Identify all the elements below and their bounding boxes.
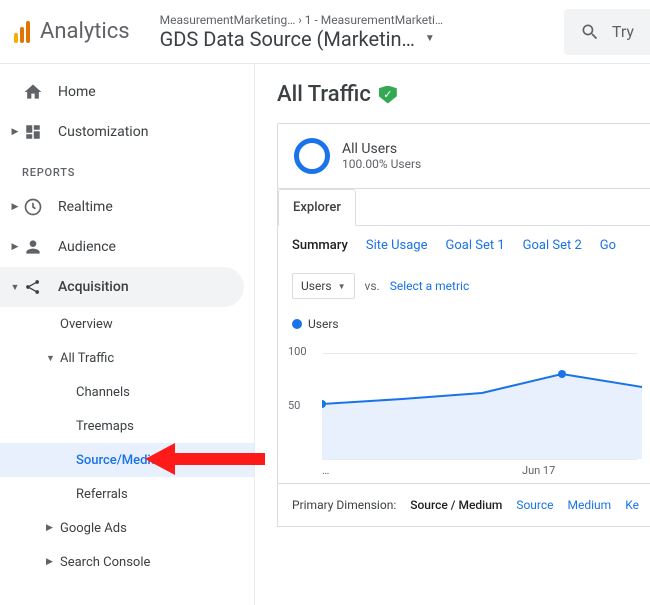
segment-circle-icon	[294, 138, 330, 174]
pd-source[interactable]: Source	[516, 498, 553, 512]
breadcrumb[interactable]: MeasurementMarketing… › 1 - MeasurementM…	[160, 13, 554, 51]
pd-source-medium[interactable]: Source / Medium	[410, 498, 502, 512]
chevron-down-icon: ▼	[338, 282, 346, 291]
legend-label: Users	[308, 317, 339, 331]
sidebar-item-home[interactable]: Home	[0, 72, 254, 112]
sidebar-sub2-source-medium[interactable]: Source/Medium	[0, 443, 254, 477]
sidebar-item-realtime[interactable]: ▶ Realtime	[0, 187, 254, 227]
sidebar-section-reports: REPORTS	[0, 152, 254, 187]
sidebar-sub2-channels[interactable]: Channels	[0, 375, 254, 409]
sidebar-sub-overview[interactable]: Overview	[0, 307, 254, 341]
sidebar-sub2-referrals[interactable]: Referrals	[0, 477, 254, 511]
pd-medium[interactable]: Medium	[568, 498, 612, 512]
clock-icon	[22, 196, 44, 218]
breadcrumb-title: GDS Data Source (Marketin…	[160, 27, 415, 51]
product-name: Analytics	[40, 19, 130, 44]
vs-label: vs.	[365, 279, 380, 293]
person-icon	[22, 236, 44, 258]
page-title: All Traffic	[277, 82, 371, 107]
dashboard-icon	[22, 121, 44, 143]
verified-shield-icon: ✓	[379, 86, 397, 104]
chart-area: 100 50 … Jun 17	[292, 339, 637, 479]
segment-sub: 100.00% Users	[342, 157, 421, 171]
search-input[interactable]: Try	[564, 9, 650, 55]
share-icon	[22, 276, 44, 298]
subtab-summary[interactable]: Summary	[292, 238, 348, 253]
segment-name: All Users	[342, 141, 421, 157]
sidebar: Home ▶ Customization REPORTS ▶ Realtime …	[0, 64, 255, 605]
home-icon	[22, 81, 44, 103]
sidebar-sub-search-console[interactable]: ▶Search Console	[0, 545, 254, 579]
subtab-site-usage[interactable]: Site Usage	[366, 238, 428, 253]
segment-row[interactable]: All Users 100.00% Users	[278, 124, 650, 189]
sidebar-item-acquisition[interactable]: ▼ Acquisition	[0, 267, 244, 307]
sidebar-sub2-treemaps[interactable]: Treemaps	[0, 409, 254, 443]
tab-explorer[interactable]: Explorer	[278, 189, 356, 226]
breadcrumb-path: MeasurementMarketing… › 1 - MeasurementM…	[160, 13, 554, 27]
sidebar-item-audience[interactable]: ▶ Audience	[0, 227, 254, 267]
subtab-goal-set-1[interactable]: Goal Set 1	[446, 238, 505, 253]
chevron-down-icon[interactable]: ▼	[425, 33, 435, 44]
sidebar-sub-all-traffic[interactable]: ▼All Traffic	[0, 341, 254, 375]
sidebar-item-customization[interactable]: ▶ Customization	[0, 112, 254, 152]
sidebar-sub-google-ads[interactable]: ▶Google Ads	[0, 511, 254, 545]
subtab-goal-set-2[interactable]: Goal Set 2	[523, 238, 582, 253]
primary-dimension-label: Primary Dimension:	[292, 498, 396, 512]
metric-dropdown[interactable]: Users▼	[292, 273, 355, 299]
ga-logo-icon	[14, 21, 30, 43]
pd-keyword[interactable]: Ke	[625, 498, 639, 512]
search-icon	[580, 22, 600, 42]
search-placeholder: Try	[612, 22, 634, 41]
select-metric-link[interactable]: Select a metric	[390, 279, 470, 293]
legend-dot-icon	[292, 319, 302, 329]
subtab-more[interactable]: Go	[600, 238, 616, 253]
